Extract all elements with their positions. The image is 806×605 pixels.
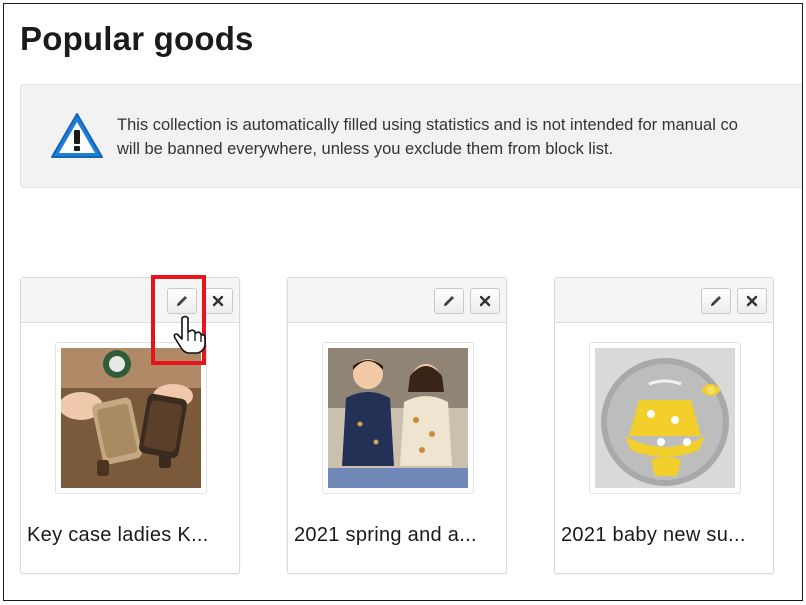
product-image[interactable] bbox=[589, 342, 741, 494]
remove-button[interactable] bbox=[203, 288, 233, 314]
alert-line-2: will be banned everywhere, unless you ex… bbox=[117, 140, 614, 158]
page-title: Popular goods bbox=[20, 20, 254, 57]
card-toolbar bbox=[21, 278, 239, 323]
close-icon bbox=[212, 295, 224, 307]
close-icon bbox=[479, 295, 491, 307]
info-alert: This collection is automatically filled … bbox=[20, 84, 802, 188]
hand-cursor-icon bbox=[173, 315, 206, 354]
remove-button[interactable] bbox=[737, 288, 767, 314]
alert-message: This collection is automatically filled … bbox=[117, 113, 802, 161]
edit-button[interactable] bbox=[701, 288, 731, 314]
alert-line-1: This collection is automatically filled … bbox=[117, 116, 738, 134]
card-toolbar bbox=[555, 278, 773, 323]
baby-dress-photo bbox=[595, 348, 735, 488]
product-title[interactable]: 2021 baby new su... bbox=[561, 524, 767, 547]
key-case-photo bbox=[61, 348, 201, 488]
product-card: Key case ladies K... bbox=[20, 277, 240, 574]
product-card: 2021 baby new su... bbox=[554, 277, 774, 574]
product-title[interactable]: Key case ladies K... bbox=[27, 524, 233, 547]
close-icon bbox=[746, 295, 758, 307]
warning-triangle-icon bbox=[51, 113, 103, 158]
kids-pajamas-photo bbox=[328, 348, 468, 488]
pencil-icon bbox=[444, 296, 454, 306]
screenshot-frame: Popular goods This collection is automat… bbox=[3, 3, 803, 601]
product-image[interactable] bbox=[322, 342, 474, 494]
product-card: 2021 spring and a... bbox=[287, 277, 507, 574]
remove-button[interactable] bbox=[470, 288, 500, 314]
card-toolbar bbox=[288, 278, 506, 323]
edit-button[interactable] bbox=[434, 288, 464, 314]
product-title[interactable]: 2021 spring and a... bbox=[294, 524, 500, 547]
pencil-icon bbox=[711, 296, 721, 306]
